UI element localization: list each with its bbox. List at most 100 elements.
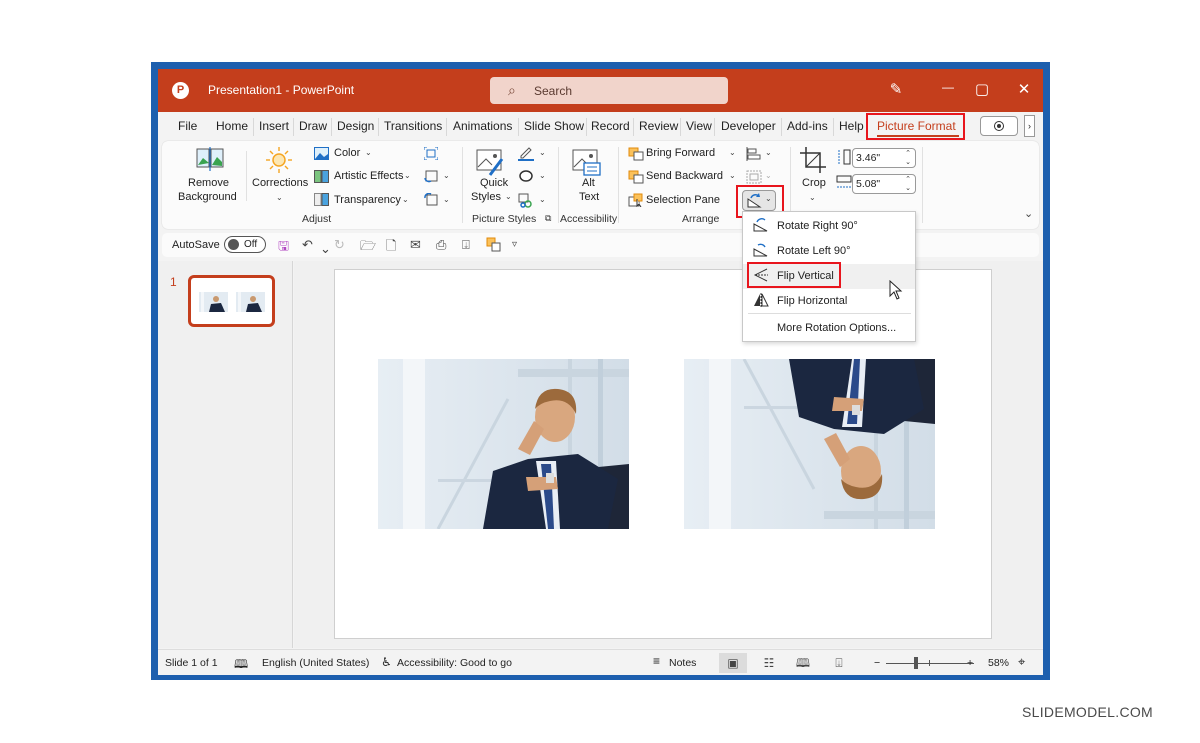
tab-review[interactable]: Review <box>639 119 678 133</box>
selection-pane-button[interactable]: Selection Pane <box>646 194 720 206</box>
designer-pen-icon[interactable]: ✎ <box>884 80 908 98</box>
zoom-slider-thumb[interactable] <box>914 657 918 669</box>
zoom-in-button[interactable]: + <box>967 657 973 669</box>
zoom-out-button[interactable]: − <box>874 657 880 669</box>
shape-height-input[interactable]: 3.46" ⌃ ⌄ <box>852 148 916 168</box>
close-button[interactable]: ✕ <box>1012 80 1036 98</box>
menu-item-more-rotation-options[interactable]: More Rotation Options... <box>743 316 915 341</box>
present-icon[interactable]: ⍗ <box>462 237 470 253</box>
spinner-arrows-icon[interactable]: ⌃ ⌄ <box>905 175 911 193</box>
tab-separator <box>446 118 447 136</box>
tab-separator <box>714 118 715 136</box>
menu-item-label: Rotate Left 90° <box>777 245 851 257</box>
tab-animations[interactable]: Animations <box>453 119 512 133</box>
adjust-group-label: Adjust <box>302 213 332 225</box>
slide-sorter-view-button[interactable]: ☷ <box>755 653 783 673</box>
color-button[interactable]: Color <box>334 147 360 159</box>
picture-border-icon[interactable] <box>518 146 534 161</box>
customize-toolbar-icon[interactable]: ▿ <box>512 239 517 250</box>
collapse-ribbon-icon[interactable]: ⌄ <box>1024 207 1033 220</box>
normal-view-button[interactable]: ▣ <box>719 653 747 673</box>
menu-item-rotate-left[interactable]: Rotate Left 90° <box>743 239 915 264</box>
screenshot-stage: P Presentation1 - PowerPoint ⌕ Search ✎ … <box>0 0 1200 743</box>
reading-view-button[interactable]: 🕮 <box>789 653 817 673</box>
picture-original[interactable] <box>378 359 629 529</box>
quick-styles-label-2[interactable]: Styles <box>471 191 501 203</box>
language-status[interactable]: English (United States) <box>262 657 369 669</box>
alt-text-icon <box>572 149 601 176</box>
tab-design[interactable]: Design <box>337 119 374 133</box>
reset-picture-icon[interactable] <box>424 193 438 206</box>
tab-insert[interactable]: Insert <box>259 119 289 133</box>
shape-width-input[interactable]: 5.08" ⌃ ⌄ <box>852 174 916 194</box>
selection-pane-icon <box>628 193 643 207</box>
tab-separator <box>586 118 587 136</box>
record-button[interactable] <box>980 116 1018 136</box>
tab-record[interactable]: Record <box>591 119 630 133</box>
chevron-down-icon: ⌄ <box>765 148 772 157</box>
notes-button[interactable]: Notes <box>669 657 696 669</box>
transparency-button[interactable]: Transparency <box>334 194 401 206</box>
align-icon[interactable] <box>746 147 762 161</box>
maximize-button[interactable]: ▢ <box>970 80 994 98</box>
tab-add-ins[interactable]: Add-ins <box>787 119 828 133</box>
zoom-level[interactable]: 58% <box>988 657 1009 669</box>
slide-thumbnail[interactable] <box>188 275 275 327</box>
chevron-down-icon: ⌄ <box>809 193 816 202</box>
artistic-effects-button[interactable]: Artistic Effects <box>334 170 403 182</box>
powerpoint-logo-icon: P <box>172 82 189 99</box>
tab-file[interactable]: File <box>178 119 197 133</box>
new-file-icon[interactable]: 🗋 <box>386 237 396 259</box>
zoom-slider-track[interactable] <box>886 663 974 664</box>
search-box[interactable]: ⌕ Search <box>490 77 728 104</box>
tab-developer[interactable]: Developer <box>721 119 776 133</box>
slide-editor <box>294 261 1043 648</box>
tab-view[interactable]: View <box>686 119 712 133</box>
picture-effects-icon[interactable] <box>518 170 534 183</box>
scroll-tabs-button[interactable]: › <box>1024 115 1035 137</box>
shape-height-icon <box>838 149 851 165</box>
corrections-button[interactable]: Corrections <box>252 177 308 189</box>
undo-icon[interactable]: ↶ <box>302 237 313 253</box>
menu-item-rotate-right[interactable]: Rotate Right 90° <box>743 214 915 239</box>
tab-draw[interactable]: Draw <box>299 119 327 133</box>
bring-forward-button[interactable]: Bring Forward <box>646 147 715 159</box>
rotate-left-icon <box>753 243 768 257</box>
minimize-button[interactable]: — <box>936 80 960 94</box>
alt-text-label-2[interactable]: Text <box>579 191 599 203</box>
chevron-down-icon: ⌄ <box>276 193 283 202</box>
crop-button[interactable]: Crop <box>802 177 826 189</box>
title-bar: P Presentation1 - PowerPoint ⌕ Search ✎ … <box>158 69 1043 112</box>
tab-slide-show[interactable]: Slide Show <box>524 119 584 133</box>
remove-background-label-1[interactable]: Remove <box>188 177 229 189</box>
tab-home[interactable]: Home <box>216 119 248 133</box>
divider <box>246 151 247 201</box>
send-backward-button[interactable]: Send Backward <box>646 170 723 182</box>
picture-styles-launcher-icon[interactable]: ⧉ <box>545 213 551 224</box>
email-icon[interactable]: ✉ <box>410 237 421 253</box>
spinner-arrows-icon[interactable]: ⌃ ⌄ <box>905 149 911 167</box>
alt-text-label-1[interactable]: Alt <box>582 177 595 189</box>
arrange-objects-icon[interactable] <box>486 237 501 252</box>
picture-flipped-vertical[interactable] <box>684 359 935 529</box>
accessibility-status[interactable]: Accessibility: Good to go <box>397 657 512 669</box>
remove-background-label-2[interactable]: Background <box>178 191 237 203</box>
tab-help[interactable]: Help <box>839 119 864 133</box>
menu-item-label: More Rotation Options... <box>777 322 897 334</box>
save-icon[interactable]: 🖫 <box>278 237 289 259</box>
change-picture-icon[interactable] <box>424 170 438 183</box>
notes-icon: ≡ <box>653 654 661 668</box>
open-folder-icon[interactable]: 🗁 <box>360 237 376 259</box>
fit-to-window-icon[interactable]: ⌖ <box>1018 654 1025 670</box>
picture-layout-icon[interactable] <box>518 193 534 208</box>
compress-pictures-icon[interactable] <box>424 147 438 160</box>
quick-styles-label-1[interactable]: Quick <box>480 177 508 189</box>
slide-show-view-button[interactable]: ⍗ <box>825 653 853 673</box>
flip-horizontal-icon <box>754 293 769 307</box>
spelling-check-icon[interactable]: 🕮 <box>234 655 248 675</box>
print-icon[interactable]: ⎙ <box>436 237 446 253</box>
tab-transitions[interactable]: Transitions <box>384 119 442 133</box>
accessibility-icon: ♿ <box>381 655 392 669</box>
chevron-down-icon[interactable]: ⌄ <box>320 241 331 257</box>
autosave-toggle[interactable]: Off <box>224 236 266 253</box>
